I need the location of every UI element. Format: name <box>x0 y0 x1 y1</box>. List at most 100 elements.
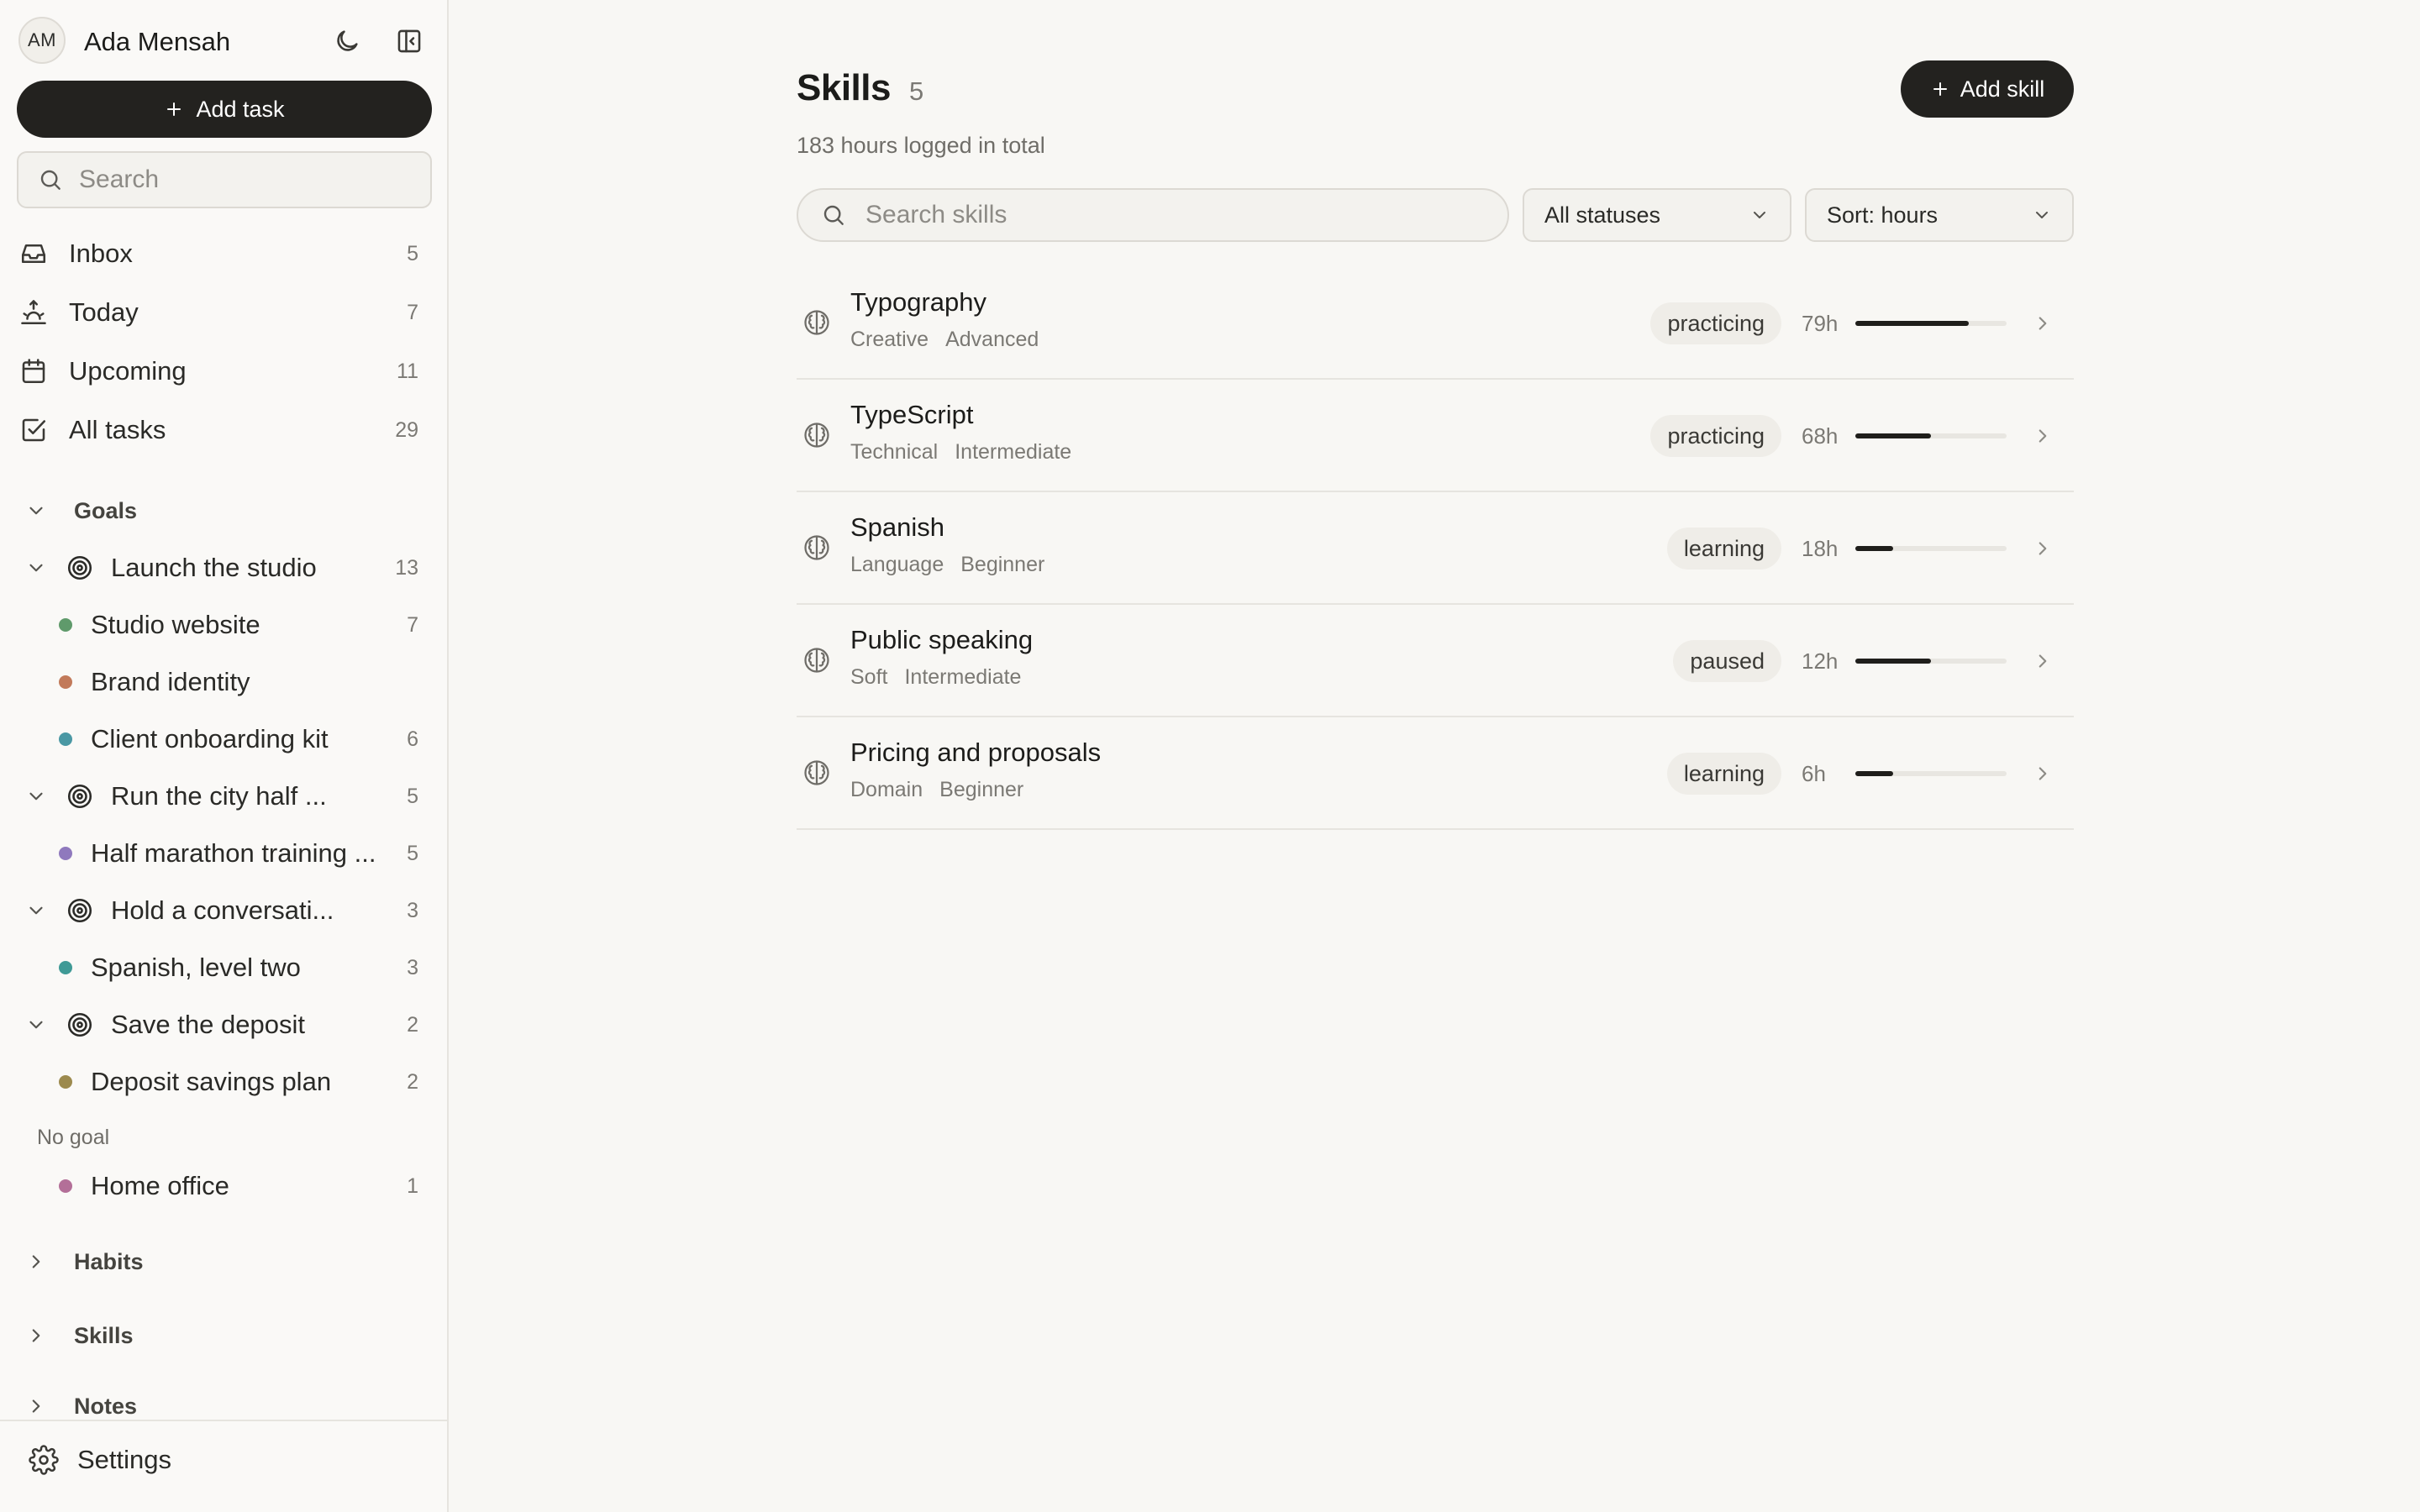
skill-row[interactable]: Spanish Language Beginner learning 18h <box>797 492 2074 605</box>
skill-level: Beginner <box>939 778 1024 801</box>
skill-tags: Technical Intermediate <box>850 440 1071 465</box>
skills-section-toggle[interactable]: Skills <box>25 1315 134 1356</box>
goal-item[interactable]: Run the city half ... 5 <box>25 773 418 820</box>
chevron-down-icon[interactable] <box>25 557 47 579</box>
skill-level: Intermediate <box>955 440 1072 464</box>
notes-section-toggle[interactable]: Notes <box>25 1389 137 1423</box>
goal-item[interactable]: Save the deposit 2 <box>25 1001 418 1048</box>
skill-row[interactable]: Typography Creative Advanced practicing … <box>797 267 2074 380</box>
inbox-icon <box>18 239 49 269</box>
status-filter-select[interactable]: All statuses <box>1523 188 1791 242</box>
nav-item-upcoming[interactable]: Upcoming 11 <box>18 348 418 395</box>
nav-label: Today <box>69 297 139 327</box>
add-task-button[interactable]: Add task <box>17 81 432 138</box>
skill-row[interactable]: Pricing and proposals Domain Beginner le… <box>797 717 2074 830</box>
skill-tags: Language Beginner <box>850 553 1044 577</box>
project-label: Deposit savings plan <box>91 1067 332 1096</box>
status-filter-value: All statuses <box>1544 202 1661 228</box>
chevron-right-icon <box>2032 538 2054 559</box>
project-count: 1 <box>407 1173 418 1198</box>
skill-hours: 18h <box>1802 535 1839 561</box>
status-badge: practicing <box>1650 415 1781 457</box>
goal-count: 5 <box>407 784 418 808</box>
habits-section-label: Habits <box>74 1248 144 1274</box>
nav-label: Inbox <box>69 239 133 268</box>
chevron-right-icon <box>25 1251 47 1273</box>
goal-count: 2 <box>407 1012 418 1037</box>
chevron-right-icon <box>2032 425 2054 447</box>
chevron-right-icon <box>2032 763 2054 785</box>
nav-count: 11 <box>397 359 418 383</box>
project-item[interactable]: Brand identity <box>59 659 418 706</box>
skill-category: Language <box>850 553 944 576</box>
project-item[interactable]: Studio website 7 <box>59 601 418 648</box>
sunrise-icon <box>18 297 49 328</box>
plus-icon <box>167 102 182 116</box>
progress-fill <box>1855 433 1931 438</box>
nav-count: 7 <box>407 300 418 324</box>
goals-section-toggle[interactable]: Goals <box>25 491 137 531</box>
project-color-dot <box>59 675 72 689</box>
project-count: 3 <box>407 955 418 979</box>
avatar[interactable]: AM <box>18 17 66 64</box>
chevron-down-icon[interactable] <box>25 1014 47 1036</box>
goal-item[interactable]: Launch the studio 13 <box>25 544 418 591</box>
skill-meta: practicing 68h <box>1650 415 2054 457</box>
sort-select[interactable]: Sort: hours <box>1805 188 2074 242</box>
brain-icon <box>802 645 832 675</box>
skill-row[interactable]: Public speaking Soft Intermediate paused… <box>797 605 2074 717</box>
status-badge: learning <box>1666 753 1781 795</box>
skill-meta: practicing 79h <box>1650 302 2054 344</box>
goal-label: Run the city half ... <box>111 781 327 811</box>
add-skill-button[interactable]: Add skill <box>1901 60 2074 118</box>
moon-icon[interactable] <box>333 27 361 55</box>
goal-label: Launch the studio <box>111 553 317 582</box>
user-name[interactable]: Ada Mensah <box>84 27 230 57</box>
progress-bar <box>1855 321 2007 326</box>
project-item[interactable]: Half marathon training ... 5 <box>59 830 418 877</box>
progress-bar <box>1855 659 2007 664</box>
add-skill-label: Add skill <box>1960 76 2045 102</box>
goals-section-label: Goals <box>74 497 138 523</box>
skill-name: Spanish <box>850 512 945 542</box>
skill-level: Beginner <box>960 553 1045 576</box>
project-label: Studio website <box>91 610 260 639</box>
nav-item-inbox[interactable]: Inbox 5 <box>18 230 418 277</box>
chevron-right-icon <box>25 1395 47 1417</box>
chevron-down-icon[interactable] <box>25 900 47 921</box>
search-placeholder: Search <box>79 165 160 193</box>
sidebar-toggle-icon[interactable] <box>395 27 424 55</box>
skill-hours: 79h <box>1802 310 1839 336</box>
project-item[interactable]: Spanish, level two 3 <box>59 944 418 991</box>
sidebar-search-input[interactable]: Search <box>17 151 432 208</box>
skill-name: TypeScript <box>850 400 974 429</box>
goal-item[interactable]: Hold a conversati... 3 <box>25 887 418 934</box>
skill-search-input[interactable]: Search skills <box>797 188 1509 242</box>
status-badge: practicing <box>1650 302 1781 344</box>
skill-hours: 68h <box>1802 423 1839 449</box>
project-item[interactable]: Client onboarding kit 6 <box>59 716 418 763</box>
habits-section-toggle[interactable]: Habits <box>25 1242 144 1282</box>
nav-item-today[interactable]: Today 7 <box>18 289 418 336</box>
settings-button[interactable]: Settings <box>29 1445 171 1475</box>
project-item[interactable]: Deposit savings plan 2 <box>59 1058 418 1105</box>
progress-fill <box>1855 659 1931 664</box>
skill-row[interactable]: TypeScript Technical Intermediate practi… <box>797 380 2074 492</box>
skill-meta: learning 18h <box>1666 528 2054 570</box>
nav-item-all-tasks[interactable]: All tasks 29 <box>18 407 418 454</box>
target-icon <box>66 782 94 811</box>
target-icon <box>66 554 94 582</box>
progress-fill <box>1855 546 1893 551</box>
project-item[interactable]: Home office 1 <box>59 1163 418 1210</box>
chevron-down-icon[interactable] <box>25 785 47 807</box>
brain-icon <box>802 758 832 788</box>
chevron-right-icon <box>2032 312 2054 334</box>
skill-category: Creative <box>850 328 929 351</box>
project-count: 7 <box>407 612 418 637</box>
gear-icon <box>29 1445 59 1475</box>
skill-tags: Domain Beginner <box>850 778 1023 802</box>
search-icon <box>40 170 60 190</box>
project-color-dot <box>59 1075 72 1089</box>
goal-count: 13 <box>395 555 418 580</box>
project-count: 6 <box>407 727 418 751</box>
